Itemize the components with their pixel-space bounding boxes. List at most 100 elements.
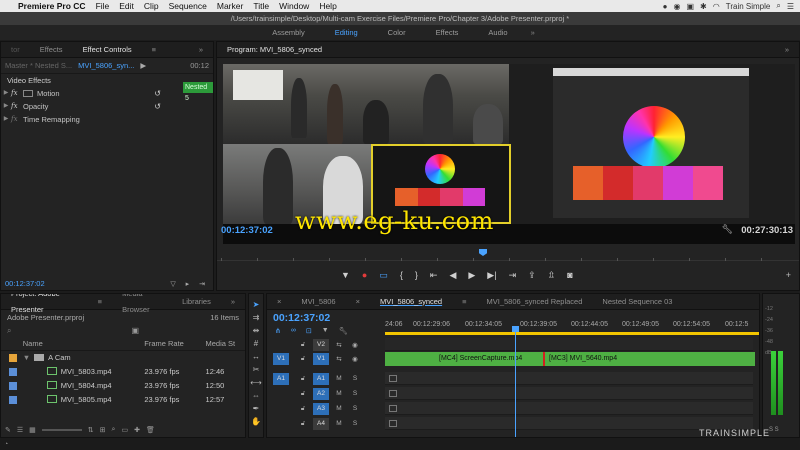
timeline-settings-icon[interactable]: 🔧︎ — [339, 327, 348, 335]
panel-menu-icon[interactable]: ≡ — [142, 42, 166, 58]
fx-icon[interactable]: fx — [11, 113, 23, 126]
menu-sequence[interactable]: Sequence — [169, 1, 207, 11]
panel-overflow-icon[interactable]: » — [221, 294, 245, 310]
reset-icon[interactable]: ↺ — [154, 100, 161, 113]
record-icon[interactable]: ● — [362, 270, 367, 281]
reset-icon[interactable]: ↺ — [154, 87, 161, 100]
lock-icon[interactable]: 🔓︎ — [297, 375, 309, 383]
export-frame-icon[interactable]: ◙ — [567, 270, 572, 281]
workspace-editing[interactable]: Editing — [320, 25, 373, 40]
source-patch[interactable]: A1 — [273, 372, 289, 385]
panel-menu-icon[interactable]: ≡ — [88, 294, 112, 310]
solo-button[interactable]: S — [349, 405, 361, 412]
lift-icon[interactable]: ⇪ — [528, 270, 536, 281]
effect-controls-timecode[interactable]: 00:12:37:02 — [5, 279, 45, 288]
camera-angle-1[interactable] — [223, 64, 509, 144]
work-area-bar[interactable] — [385, 332, 759, 335]
menu-list-icon[interactable]: ☰ — [787, 2, 794, 11]
timeline-clip[interactable]: [MC3] MVI_5640.mp4 — [545, 352, 755, 366]
camera-angle-screen[interactable] — [509, 64, 795, 224]
tab-effect-controls[interactable]: Effect Controls — [73, 42, 142, 58]
lock-icon[interactable]: 🔓︎ — [297, 405, 309, 413]
tab-libraries[interactable]: Libraries — [172, 294, 221, 310]
project-folder-row[interactable]: ▼ A Cam — [1, 351, 245, 365]
step-back-icon[interactable]: ◀ — [449, 270, 456, 281]
program-timecode[interactable]: 00:12:37:02 — [221, 225, 273, 236]
timeline-close-icon[interactable]: × — [267, 294, 291, 310]
menu-help[interactable]: Help — [319, 1, 336, 11]
pen-tool-icon[interactable]: ✒ — [253, 404, 260, 413]
extract-icon[interactable]: ⇫ — [548, 270, 556, 281]
panel-menu-icon[interactable]: ≡ — [452, 294, 476, 310]
effect-time-remapping[interactable]: ▶ fx Time Remapping — [1, 113, 213, 126]
lock-icon[interactable]: 🔓︎ — [297, 390, 309, 398]
track-lane-a3[interactable] — [385, 402, 753, 415]
source-patch[interactable]: V1 — [273, 352, 289, 365]
automate-to-sequence-icon[interactable]: ⊞ — [100, 426, 106, 434]
expand-triangle-icon[interactable]: ▶ — [1, 87, 11, 100]
label-color-swatch[interactable] — [9, 354, 17, 362]
motion-transform-icon[interactable] — [23, 90, 33, 97]
trash-icon[interactable]: 🗑︎ — [146, 426, 155, 434]
multicam-view-icon[interactable]: ▭ — [379, 270, 388, 281]
disclosure-triangle-icon[interactable]: ▼ — [23, 353, 30, 362]
source-patch[interactable] — [273, 418, 289, 430]
menu-title[interactable]: Title — [253, 1, 269, 11]
program-time-ruler[interactable] — [217, 245, 799, 261]
track-target[interactable]: A3 — [313, 402, 329, 415]
rate-stretch-tool-icon[interactable]: ↔ — [252, 352, 260, 361]
tab-sequence-3[interactable]: MVI_5806_synced Replaced — [477, 294, 593, 310]
icon-view-icon[interactable]: ▦ — [29, 426, 36, 434]
source-master[interactable]: Master * Nested S... — [5, 61, 72, 70]
panel-overflow-icon[interactable]: » — [775, 42, 799, 58]
go-to-out-icon[interactable]: ⇥ — [509, 270, 517, 281]
label-color-swatch[interactable] — [9, 396, 17, 404]
track-header-a2[interactable]: 🔓︎ A2 M S — [267, 387, 361, 400]
mute-button[interactable]: M — [333, 390, 345, 397]
new-bin-from-search-icon[interactable]: ▣ — [131, 326, 139, 335]
search-icon[interactable]: ⌕ — [776, 1, 780, 11]
tab-sequence-4[interactable]: Nested Sequence 03 — [592, 294, 682, 310]
label-color-swatch[interactable] — [9, 368, 17, 376]
mark-out-icon[interactable]: } — [415, 270, 418, 281]
track-header-v2[interactable]: 🔓︎ V2 ⇆ ◉ — [267, 338, 361, 351]
playhead-icon[interactable] — [512, 326, 519, 332]
hand-tool-icon[interactable]: ✋ — [251, 417, 261, 426]
display-icon[interactable]: ▣ — [686, 2, 694, 11]
solo-button-icon[interactable]: S S — [769, 427, 779, 433]
find-icon[interactable]: ⌕ — [112, 426, 116, 434]
expand-triangle-icon[interactable]: ▶ — [1, 113, 11, 126]
sync-lock-icon[interactable]: ⇆ — [333, 355, 345, 363]
source-patch[interactable] — [273, 339, 289, 351]
tab-lumetri-scopes[interactable]: tor — [1, 42, 30, 58]
menu-marker[interactable]: Marker — [217, 1, 243, 11]
track-lane-a2[interactable] — [385, 387, 753, 400]
workspace-color[interactable]: Color — [373, 25, 421, 40]
track-target[interactable]: V1 — [313, 352, 329, 365]
step-forward-icon[interactable]: ▶| — [487, 270, 496, 281]
lock-icon[interactable]: 🔓︎ — [297, 355, 309, 363]
mute-button[interactable]: M — [333, 375, 345, 382]
add-button-icon[interactable]: + — [786, 270, 791, 280]
tab-sequence-2[interactable]: MVI_5806_synced — [370, 294, 452, 310]
play-icon[interactable]: ▶ — [468, 270, 475, 281]
slip-tool-icon[interactable]: ⟷ — [250, 378, 261, 387]
project-search[interactable]: ⌕ ▣ — [1, 324, 245, 337]
zoom-slider[interactable] — [41, 429, 82, 431]
label-color-swatch[interactable] — [9, 382, 17, 390]
ripple-edit-tool-icon[interactable]: ⇹ — [253, 326, 260, 335]
source-sequence[interactable]: MVI_5806_syn... — [78, 61, 134, 70]
fx-icon[interactable]: fx — [11, 87, 23, 100]
expand-triangle-icon[interactable]: ▶ — [1, 100, 11, 113]
timeline-ruler[interactable]: 24:06 00:12:29:06 00:12:34:05 00:12:39:0… — [385, 317, 759, 337]
timeline-playhead[interactable] — [515, 330, 516, 437]
source-patch[interactable] — [273, 388, 289, 400]
creative-cloud-icon[interactable]: ● — [663, 2, 668, 11]
search-icon[interactable]: ⌕ — [7, 326, 11, 336]
razor-tool-icon[interactable]: ✂ — [253, 365, 260, 374]
project-clip-row[interactable]: MVI_5805.mp4 23.976 fps 12:57 — [1, 393, 245, 407]
nested-clip-bar[interactable]: Nested 5 — [183, 82, 213, 102]
track-lane-v2[interactable] — [385, 338, 753, 351]
lock-icon[interactable]: 🔓︎ — [297, 420, 309, 428]
tab-effects[interactable]: Effects — [30, 42, 73, 58]
